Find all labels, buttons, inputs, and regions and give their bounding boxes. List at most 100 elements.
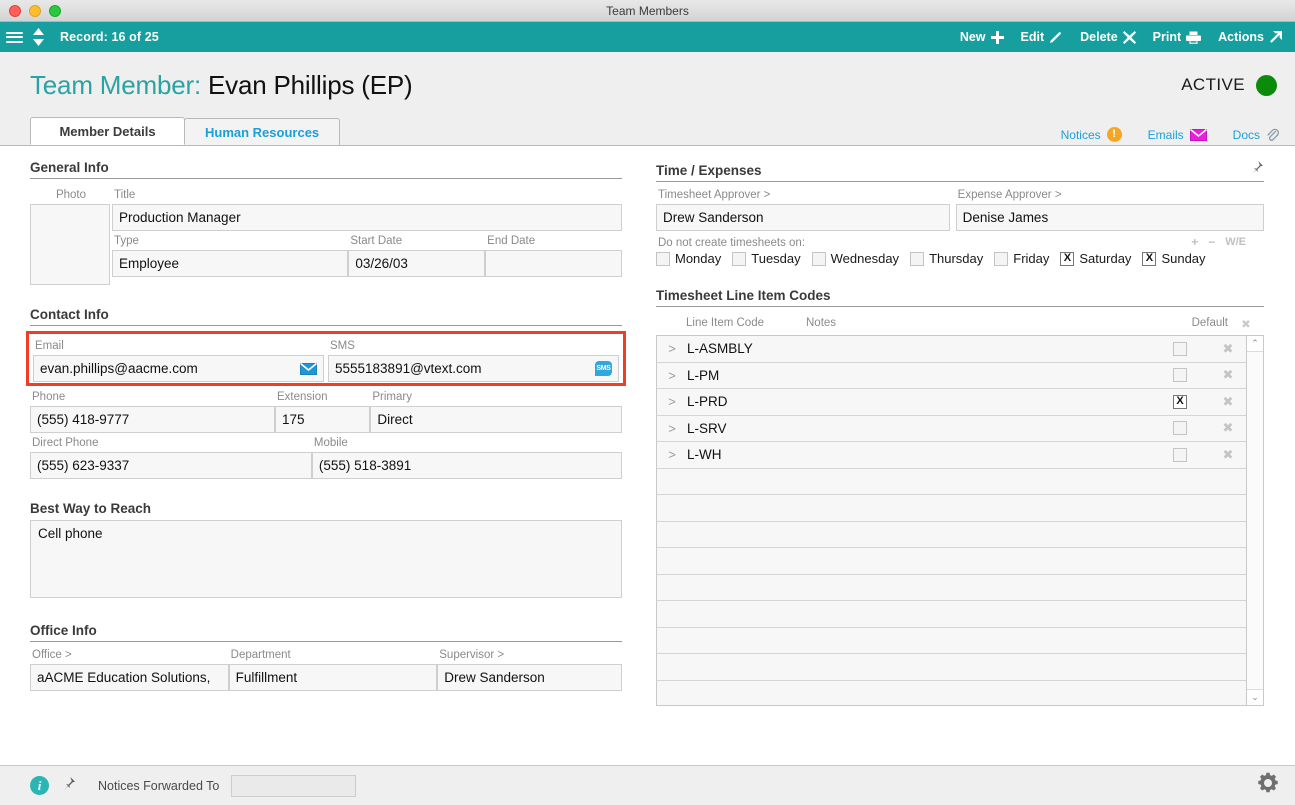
table-row[interactable]: > L-ASMBLY ✖ — [657, 336, 1246, 363]
row-default-checkbox[interactable] — [1173, 342, 1187, 356]
table-row-empty[interactable] — [657, 495, 1246, 522]
tuesday-checkbox[interactable] — [732, 252, 746, 266]
row-default-cell[interactable] — [1150, 421, 1210, 435]
day-checkbox-saturday[interactable]: X Saturday — [1060, 251, 1131, 266]
supervisor-input[interactable]: Drew Sanderson — [437, 664, 622, 691]
scroll-down-button[interactable]: ⌄ — [1247, 689, 1263, 705]
tab-member-details[interactable]: Member Details — [30, 117, 185, 145]
extension-input[interactable]: 175 — [275, 406, 370, 433]
row-remove-icon[interactable]: ✖ — [1210, 420, 1246, 436]
table-row[interactable]: > L-SRV ✖ — [657, 416, 1246, 443]
sms-input[interactable]: 5555183891@vtext.com SMS — [328, 355, 619, 382]
phone-input[interactable]: (555) 418-9777 — [30, 406, 275, 433]
row-default-cell[interactable] — [1150, 448, 1210, 462]
office-input[interactable]: aACME Education Solutions, — [30, 664, 229, 691]
envelope-icon[interactable] — [300, 363, 317, 375]
plus-icon — [991, 31, 1004, 44]
photo-field[interactable]: Photo — [30, 185, 110, 285]
remove-day-button[interactable]: − — [1208, 235, 1215, 249]
timesheet-day-controls: + − W/E — [1191, 235, 1246, 249]
end-date-input[interactable] — [485, 250, 622, 277]
line-items-table-body: > L-ASMBLY ✖ > L-PM ✖ — [657, 336, 1246, 705]
table-row[interactable]: > L-WH ✖ — [657, 442, 1246, 469]
timesheet-approver-input[interactable]: Drew Sanderson — [656, 204, 950, 231]
pin-icon[interactable] — [61, 776, 76, 796]
wednesday-checkbox[interactable] — [812, 252, 826, 266]
table-row-empty[interactable] — [657, 601, 1246, 628]
table-row-empty[interactable] — [657, 575, 1246, 602]
day-checkbox-thursday[interactable]: Thursday — [910, 251, 983, 266]
tuesday-label: Tuesday — [751, 251, 800, 266]
row-default-checkbox[interactable] — [1173, 368, 1187, 382]
edit-button-label: Edit — [1021, 30, 1045, 44]
table-scrollbar[interactable]: ⌃ ⌄ — [1246, 336, 1263, 705]
row-default-checkbox[interactable]: X — [1173, 395, 1187, 409]
table-row-empty[interactable] — [657, 628, 1246, 655]
row-default-cell[interactable] — [1150, 368, 1210, 382]
table-row-empty[interactable] — [657, 548, 1246, 575]
day-checkbox-tuesday[interactable]: Tuesday — [732, 251, 800, 266]
sunday-checkbox[interactable]: X — [1142, 252, 1156, 266]
notices-forwarded-input[interactable] — [231, 775, 356, 797]
record-navigation-icon[interactable] — [32, 27, 45, 47]
table-row-empty[interactable] — [657, 522, 1246, 549]
new-button[interactable]: New — [960, 30, 1004, 44]
edit-button[interactable]: Edit — [1021, 30, 1064, 44]
row-expand-icon[interactable]: > — [657, 341, 687, 356]
best-way-textarea[interactable]: Cell phone — [30, 520, 622, 598]
table-row-empty[interactable] — [657, 681, 1246, 707]
monday-checkbox[interactable] — [656, 252, 670, 266]
row-default-checkbox[interactable] — [1173, 448, 1187, 462]
thursday-checkbox[interactable] — [910, 252, 924, 266]
tab-human-resources[interactable]: Human Resources — [184, 118, 340, 145]
sms-bubble-icon[interactable]: SMS — [595, 361, 612, 376]
row-remove-icon[interactable]: ✖ — [1210, 341, 1246, 357]
title-input[interactable]: Production Manager — [112, 204, 622, 231]
primary-input[interactable]: Direct — [370, 406, 622, 433]
direct-phone-input[interactable]: (555) 623-9337 — [30, 452, 312, 479]
row-remove-icon[interactable]: ✖ — [1210, 394, 1246, 410]
weekend-button[interactable]: W/E — [1225, 236, 1246, 248]
info-icon[interactable]: i — [30, 776, 49, 795]
saturday-checkbox[interactable]: X — [1060, 252, 1074, 266]
table-row-empty[interactable] — [657, 654, 1246, 681]
photo-box[interactable] — [30, 204, 110, 285]
day-checkbox-monday[interactable]: Monday — [656, 251, 721, 266]
row-expand-icon[interactable]: > — [657, 394, 687, 409]
row-default-cell[interactable]: X — [1150, 395, 1210, 409]
day-checkbox-sunday[interactable]: X Sunday — [1142, 251, 1205, 266]
gear-icon[interactable] — [1257, 772, 1279, 799]
mobile-label: Mobile — [312, 433, 622, 452]
mobile-input[interactable]: (555) 518-3891 — [312, 452, 622, 479]
column-header-remove-icon[interactable]: ✖ — [1228, 317, 1264, 331]
emails-link[interactable]: Emails — [1148, 128, 1207, 142]
start-date-input[interactable]: 03/26/03 — [348, 250, 485, 277]
table-row[interactable]: > L-PM ✖ — [657, 363, 1246, 390]
pin-icon[interactable] — [1249, 160, 1264, 178]
row-remove-icon[interactable]: ✖ — [1210, 447, 1246, 463]
scroll-up-button[interactable]: ⌃ — [1247, 336, 1263, 352]
type-input[interactable]: Employee — [112, 250, 348, 277]
row-expand-icon[interactable]: > — [657, 447, 687, 462]
day-checkbox-wednesday[interactable]: Wednesday — [812, 251, 899, 266]
table-row[interactable]: > L-PRD X ✖ — [657, 389, 1246, 416]
table-row-empty[interactable] — [657, 469, 1246, 496]
row-expand-icon[interactable]: > — [657, 421, 687, 436]
print-button-label: Print — [1153, 30, 1181, 44]
expense-approver-input[interactable]: Denise James — [956, 204, 1264, 231]
row-default-cell[interactable] — [1150, 342, 1210, 356]
menu-icon[interactable] — [6, 29, 23, 45]
docs-link[interactable]: Docs — [1233, 128, 1279, 142]
day-checkbox-friday[interactable]: Friday — [994, 251, 1049, 266]
department-input[interactable]: Fulfillment — [229, 664, 438, 691]
row-default-checkbox[interactable] — [1173, 421, 1187, 435]
print-button[interactable]: Print — [1153, 30, 1201, 44]
row-expand-icon[interactable]: > — [657, 368, 687, 383]
email-input[interactable]: evan.phillips@aacme.com — [33, 355, 324, 382]
actions-button[interactable]: Actions — [1218, 30, 1283, 44]
row-remove-icon[interactable]: ✖ — [1210, 367, 1246, 383]
add-day-button[interactable]: + — [1191, 235, 1198, 249]
delete-button[interactable]: Delete — [1080, 30, 1136, 44]
friday-checkbox[interactable] — [994, 252, 1008, 266]
notices-link[interactable]: Notices ! — [1061, 127, 1122, 142]
